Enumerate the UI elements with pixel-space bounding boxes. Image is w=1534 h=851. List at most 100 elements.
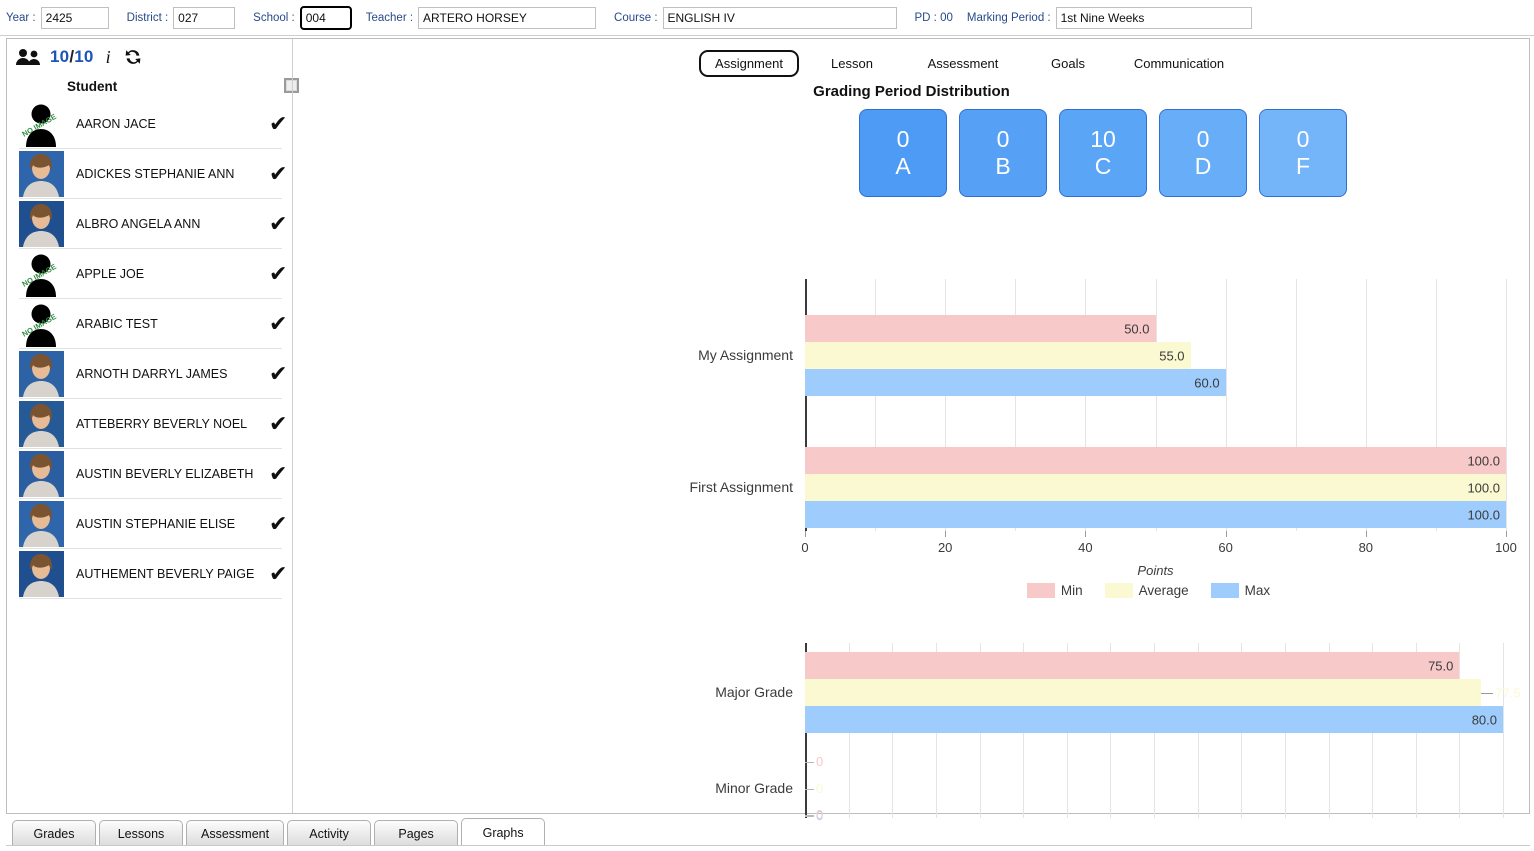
student-photo: [19, 450, 64, 497]
chart-legend: Min Average Max: [805, 583, 1506, 598]
zero-bar-label: 0: [816, 780, 824, 796]
student-check-icon[interactable]: ✔: [269, 112, 287, 135]
student-row[interactable]: NO IMAGE ARABIC TEST ✔: [19, 299, 287, 349]
tab-assignment[interactable]: Assignment: [699, 49, 799, 77]
bottom-divider: [6, 845, 1530, 846]
bottom-tab-activity[interactable]: Activity: [287, 820, 372, 846]
grade-box-letter: B: [995, 153, 1011, 179]
student-row[interactable]: AUSTIN STEPHANIE ELISE ✔: [19, 499, 287, 549]
zero-bar-label: 0: [816, 807, 824, 822]
tab-assessment[interactable]: Assessment: [913, 51, 1013, 76]
zero-bar-tick: [805, 761, 814, 763]
student-check-icon[interactable]: ✔: [269, 362, 287, 385]
student-row[interactable]: NO IMAGE APPLE JOE ✔: [19, 249, 287, 299]
student-row[interactable]: ARNOTH DARRYL JAMES ✔: [19, 349, 287, 399]
bar-value-label: 77.5: [1495, 685, 1521, 700]
grade-box-c[interactable]: 10 C: [1059, 109, 1147, 197]
student-check-icon[interactable]: ✔: [269, 262, 287, 285]
bottom-tab-pages[interactable]: Pages: [374, 820, 459, 846]
student-row[interactable]: NO IMAGE AARON JACE ✔: [19, 99, 287, 149]
student-check-icon[interactable]: ✔: [269, 562, 287, 585]
student-check-icon[interactable]: ✔: [269, 462, 287, 485]
district-input[interactable]: 027: [173, 6, 236, 29]
student-photo: [19, 500, 64, 547]
grade-box-f[interactable]: 0F: [1259, 109, 1347, 197]
grade-box-letter: C: [1094, 153, 1112, 179]
bar-min[interactable]: 75.0: [805, 652, 1460, 679]
bar-max[interactable]: 60.0: [805, 369, 1226, 396]
bar-min[interactable]: 50.0: [805, 315, 1156, 342]
tab-goals[interactable]: Goals: [1038, 51, 1098, 76]
refresh-icon[interactable]: [123, 47, 143, 67]
student-column-label: Student: [67, 78, 118, 94]
legend-item[interactable]: Max: [1210, 583, 1270, 598]
bar-average[interactable]: 100.0: [805, 474, 1506, 501]
school-label: School :: [253, 11, 295, 24]
bottom-tab-graphs[interactable]: Graphs: [461, 818, 546, 846]
info-icon[interactable]: i: [103, 47, 114, 68]
bottom-tab-bar: Grades Lessons Assessment Activity Pages Grap…: [12, 818, 546, 846]
zero-bar-tick: [805, 815, 814, 816]
grade-box-a[interactable]: 0A: [859, 109, 947, 197]
course-input[interactable]: ENGLISH IV: [662, 6, 897, 29]
x-axis-tick: [1225, 531, 1227, 537]
x-axis-tick-label: 60: [1218, 540, 1233, 555]
bar-average[interactable]: 55.0: [805, 342, 1191, 369]
legend-swatch: [1104, 583, 1133, 598]
student-row[interactable]: AUSTIN BEVERLY ELIZABETH ✔: [19, 449, 287, 499]
student-check-icon[interactable]: ✔: [269, 412, 287, 435]
bar-average[interactable]: 77.5: [805, 679, 1521, 706]
grade-box-letter: A: [895, 153, 911, 179]
tab-communication[interactable]: Communication: [1119, 51, 1239, 76]
bar-value-label: 60.0: [1194, 375, 1220, 390]
student-row[interactable]: AUTHEMENT BEVERLY PAIGE ✔: [19, 549, 287, 599]
student-photo: [19, 400, 64, 447]
grade-box-d[interactable]: 0D: [1159, 109, 1247, 197]
marking-period-input[interactable]: 1st Nine Weeks: [1055, 6, 1252, 29]
graphs-panel: Assignment Lesson Assessment Goals Communica…: [293, 39, 1531, 823]
school-field-group: School : 004: [253, 5, 352, 30]
legend-item[interactable]: Average: [1104, 583, 1189, 598]
student-name: ADICKES STEPHANIE ANN: [76, 166, 235, 181]
grade-box-letter: D: [1194, 153, 1212, 179]
student-check-icon[interactable]: ✔: [269, 512, 287, 535]
student-check-icon[interactable]: ✔: [269, 212, 287, 235]
tab-lesson[interactable]: Lesson: [813, 51, 891, 76]
bar-value-label: 100.0: [1467, 453, 1500, 468]
student-check-icon[interactable]: ✔: [269, 162, 287, 185]
teacher-input[interactable]: ARTERO HORSEY: [418, 6, 597, 29]
bottom-tab-assessment[interactable]: Assessment: [186, 820, 285, 846]
x-axis-tick-label: 80: [1358, 540, 1374, 555]
grade-box-b[interactable]: 0B: [959, 109, 1047, 197]
legend-item[interactable]: Min: [1026, 583, 1083, 598]
student-row[interactable]: ATTEBERRY BEVERLY NOEL ✔: [19, 399, 287, 449]
student-name: AUSTIN BEVERLY ELIZABETH: [76, 466, 254, 481]
bar-value-label: 50.0: [1124, 321, 1150, 336]
student-name: AUTHEMENT BEVERLY PAIGE: [76, 566, 255, 581]
year-input[interactable]: 2425: [40, 6, 109, 29]
school-input[interactable]: 004: [299, 5, 352, 30]
student-row[interactable]: ADICKES STEPHANIE ANN ✔: [19, 149, 287, 199]
student-photo-placeholder: NO IMAGE: [19, 100, 64, 147]
bottom-tab-grades[interactable]: Grades: [12, 820, 96, 846]
student-roster-panel: 10/10 i Student NO IMAGE AARON JACE ✔ ADICK…: [7, 39, 299, 813]
category-label: First Assignment: [689, 478, 793, 495]
bar-max[interactable]: 80.0: [805, 706, 1503, 733]
student-check-icon[interactable]: ✔: [269, 312, 287, 335]
bottom-tab-lessons[interactable]: Lessons: [99, 820, 183, 846]
grade-box-count: 0: [1196, 125, 1210, 152]
x-axis-tick: [1365, 531, 1367, 537]
course-label: Course :: [614, 11, 658, 24]
bar-max[interactable]: 100.0: [805, 501, 1506, 528]
grade-box-count: 0: [896, 125, 910, 152]
year-field-group: Year : 2425: [6, 6, 109, 29]
plot-area: 75.0 77.5 80.0 Major Grade 0 0 0 Minor Grade 0: [293, 643, 1531, 823]
bar-min[interactable]: 100.0: [805, 447, 1506, 474]
teacher-label: Teacher :: [365, 11, 414, 24]
student-row[interactable]: ALBRO ANGELA ANN ✔: [19, 199, 287, 249]
legend-label: Min: [1060, 583, 1083, 598]
student-photo: [19, 550, 64, 597]
legend-label: Average: [1138, 583, 1189, 598]
grade-category-points-chart: 75.0 77.5 80.0 Major Grade 0 0 0 Minor Grade 0: [293, 607, 1531, 823]
student-name: APPLE JOE: [76, 266, 145, 281]
